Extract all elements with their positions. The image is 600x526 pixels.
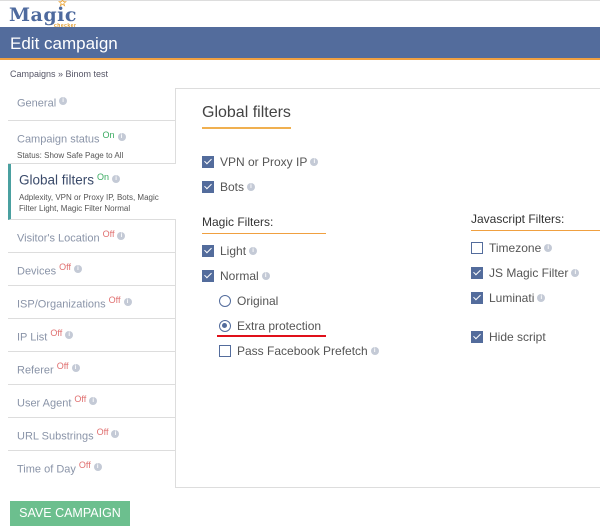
info-icon[interactable]: i bbox=[117, 133, 126, 141]
item-desc: Adplexity, VPN or Proxy IP, Bots, Magic … bbox=[19, 192, 159, 213]
checkbox-label: Timezone bbox=[489, 241, 542, 255]
sidebar-item-global-filters[interactable]: Global filters On i Adplexity, VPN or Proxy… bbox=[8, 164, 176, 220]
checkbox-label: Pass Facebook Prefetch bbox=[237, 344, 368, 358]
checkbox-label: Bots bbox=[220, 180, 245, 194]
radio-label: Extra protection bbox=[237, 319, 322, 333]
sidebar-item-user-agent[interactable]: User Agent Off i bbox=[8, 385, 176, 418]
vpn-checkbox[interactable]: VPN or Proxy IP i bbox=[202, 155, 319, 169]
star-icon: ☆ bbox=[58, 0, 68, 9]
info-icon[interactable]: i bbox=[537, 294, 546, 302]
sidebar-item-ip-list[interactable]: IP List Off i bbox=[8, 319, 176, 352]
javascript-filters-heading: Javascript Filters: bbox=[471, 212, 600, 231]
status-badge: Off bbox=[96, 427, 109, 437]
radio-selected-icon[interactable] bbox=[219, 320, 231, 332]
sidebar-item-isp[interactable]: ISP/Organizations Off i bbox=[8, 286, 176, 319]
page-header: Edit campaign bbox=[0, 27, 600, 60]
breadcrumb[interactable]: Campaigns » Binom test bbox=[10, 69, 108, 79]
panel-title: Global filters bbox=[202, 104, 291, 129]
info-icon[interactable]: i bbox=[71, 364, 80, 372]
info-icon[interactable]: i bbox=[111, 430, 120, 438]
info-icon[interactable]: i bbox=[65, 331, 74, 339]
status-badge: Off bbox=[102, 229, 115, 239]
sidebar-item-devices[interactable]: Devices Off i bbox=[8, 253, 176, 286]
info-icon[interactable]: i bbox=[571, 269, 580, 277]
info-icon[interactable]: i bbox=[249, 247, 258, 255]
sidebar-item-campaign-status[interactable]: Campaign status On i Status: Show Safe Page… bbox=[8, 121, 176, 164]
item-label: User Agent bbox=[17, 397, 72, 410]
sidebar-item-visitors-location[interactable]: Visitor's Location Off i bbox=[8, 220, 176, 253]
radio-label: Original bbox=[237, 294, 279, 308]
page-title: Edit campaign bbox=[10, 34, 118, 53]
save-campaign-button[interactable]: SAVE CAMPAIGN bbox=[10, 501, 130, 526]
info-icon[interactable]: i bbox=[310, 158, 319, 166]
info-icon[interactable]: i bbox=[261, 272, 270, 280]
top-border bbox=[0, 0, 600, 1]
item-label: Time of Day bbox=[17, 463, 76, 476]
info-icon[interactable]: i bbox=[247, 183, 256, 191]
item-label: General bbox=[17, 97, 57, 110]
checkbox-unchecked-icon[interactable] bbox=[471, 242, 483, 254]
checkbox-checked-icon[interactable] bbox=[202, 181, 214, 193]
item-label: IP List bbox=[17, 331, 48, 344]
sidebar-item-general[interactable]: General i bbox=[8, 88, 176, 121]
pass-facebook-prefetch-checkbox[interactable]: Pass Facebook Prefetch i bbox=[219, 344, 379, 358]
sidebar-item-time-of-day[interactable]: Time of Day Off i bbox=[8, 451, 176, 484]
checkbox-label: Light bbox=[220, 244, 247, 258]
status-badge: Off bbox=[78, 460, 91, 470]
item-label: Devices bbox=[17, 265, 57, 278]
checkbox-checked-icon[interactable] bbox=[471, 292, 483, 304]
checkbox-checked-icon[interactable] bbox=[471, 267, 483, 279]
item-label: Campaign status bbox=[17, 133, 100, 146]
status-badge: Off bbox=[108, 295, 121, 305]
status-badge: Off bbox=[59, 262, 71, 272]
item-label: URL Substrings bbox=[17, 430, 94, 443]
status-badge: Off bbox=[74, 394, 87, 404]
status-badge: Off bbox=[56, 361, 69, 371]
normal-checkbox[interactable]: Normal i bbox=[202, 269, 270, 283]
hide-script-checkbox[interactable]: Hide script bbox=[471, 330, 546, 344]
checkbox-unchecked-icon[interactable] bbox=[219, 345, 231, 357]
bots-checkbox[interactable]: Bots i bbox=[202, 180, 256, 194]
checkbox-label: Hide script bbox=[489, 330, 546, 344]
info-icon[interactable]: i bbox=[59, 97, 68, 105]
info-icon[interactable]: i bbox=[73, 265, 82, 273]
global-filters-panel: Global filters VPN or Proxy IP i Bots i Ma… bbox=[175, 88, 600, 488]
light-checkbox[interactable]: Light i bbox=[202, 244, 258, 258]
info-icon[interactable]: i bbox=[117, 232, 126, 240]
sidebar-item-referer[interactable]: Referer Off i bbox=[8, 352, 176, 385]
checkbox-checked-icon[interactable] bbox=[202, 245, 214, 257]
sidebar-item-url-substrings[interactable]: URL Substrings Off i bbox=[8, 418, 176, 451]
item-label: Global filters bbox=[19, 172, 95, 188]
info-icon[interactable]: i bbox=[370, 347, 379, 355]
logo[interactable]: Magic ☆ checker bbox=[9, 0, 77, 29]
info-icon[interactable]: i bbox=[89, 397, 98, 405]
info-icon[interactable]: i bbox=[123, 298, 132, 306]
magic-filters-heading: Magic Filters: bbox=[202, 215, 326, 234]
extra-protection-radio[interactable]: Extra protection bbox=[219, 319, 321, 333]
info-icon[interactable]: i bbox=[112, 175, 121, 183]
status-badge: Off bbox=[50, 328, 63, 338]
item-label: Visitor's Location bbox=[17, 232, 100, 245]
checkbox-checked-icon[interactable] bbox=[202, 156, 214, 168]
timezone-checkbox[interactable]: Timezone i bbox=[471, 241, 553, 255]
luminati-checkbox[interactable]: Luminati i bbox=[471, 291, 546, 305]
checkbox-label: VPN or Proxy IP bbox=[220, 155, 308, 169]
item-label: ISP/Organizations bbox=[17, 298, 106, 311]
original-radio[interactable]: Original bbox=[219, 294, 278, 308]
checkbox-label: JS Magic Filter bbox=[489, 266, 569, 280]
checkbox-label: Normal bbox=[220, 269, 259, 283]
status-badge: On bbox=[102, 130, 115, 140]
radio-unselected-icon[interactable] bbox=[219, 295, 231, 307]
checkbox-label: Luminati bbox=[489, 291, 535, 305]
info-icon[interactable]: i bbox=[544, 244, 553, 252]
status-badge: On bbox=[97, 172, 110, 182]
checkbox-checked-icon[interactable] bbox=[471, 331, 483, 343]
sidebar: General i Campaign status On i Status: Show … bbox=[8, 88, 176, 484]
red-underline-annotation bbox=[217, 335, 326, 337]
item-label: Referer bbox=[17, 364, 54, 377]
js-magic-filter-checkbox[interactable]: JS Magic Filter i bbox=[471, 266, 580, 280]
item-desc: Status: Show Safe Page to All bbox=[17, 150, 124, 160]
checkbox-checked-icon[interactable] bbox=[202, 270, 214, 282]
info-icon[interactable]: i bbox=[93, 463, 102, 471]
